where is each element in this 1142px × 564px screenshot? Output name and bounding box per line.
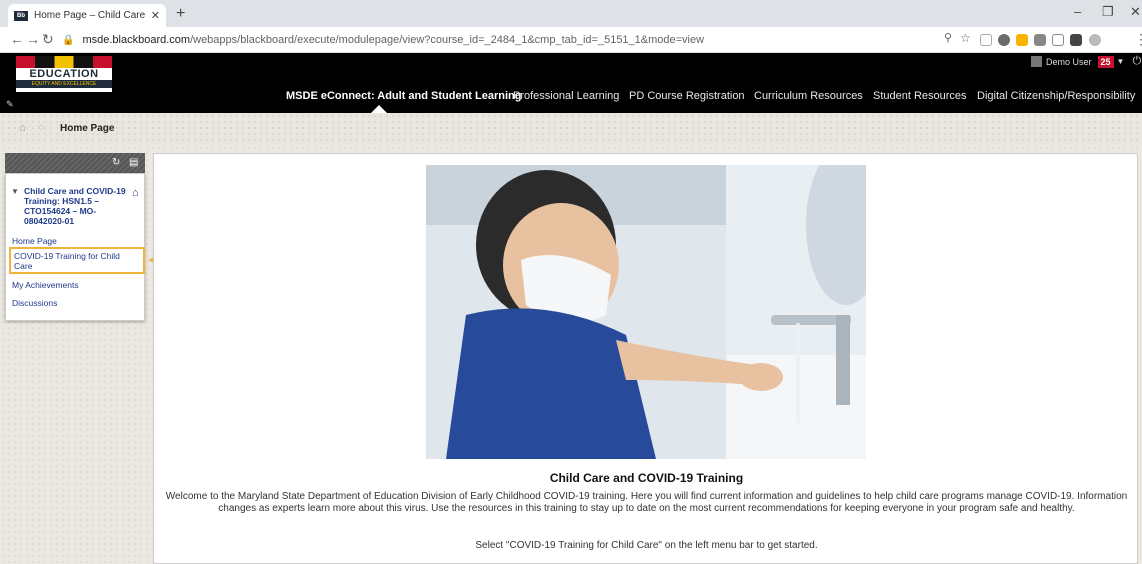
home-icon[interactable]: ⌂ — [19, 122, 26, 134]
forward-icon[interactable]: → — [26, 31, 40, 47]
zoom-icon[interactable]: ⚲ — [944, 31, 952, 44]
url-path: /webapps/blackboard/execute/modulepage/v… — [190, 34, 705, 46]
tab-title: Home Page – Child Care and CO — [34, 10, 147, 21]
active-tab-caret-icon — [371, 105, 387, 113]
maximize-icon[interactable]: ❐ — [1102, 4, 1114, 20]
tab-student-resources[interactable]: Student Resources — [873, 90, 967, 102]
content-panel: Child Care and COVID-19 Training Welcome… — [153, 153, 1138, 564]
close-tab-icon[interactable]: ✕ — [151, 9, 160, 22]
refresh-icon[interactable]: ↻ — [112, 157, 120, 168]
bookmark-star-icon[interactable]: ☆ — [960, 31, 971, 45]
course-home-icon[interactable]: ⌂ — [132, 187, 139, 199]
logo-text: EDUCATION — [29, 68, 99, 80]
breadcrumb: ⌂ ◌ Home Page — [0, 113, 1142, 145]
menu-item-covid-training[interactable]: COVID-19 Training for Child Care — [9, 247, 145, 274]
back-icon[interactable]: ← — [10, 31, 24, 47]
tab-professional-learning[interactable]: Professional Learning — [513, 90, 619, 102]
logo-subtext: EQUITY AND EXCELLENCE — [16, 80, 112, 88]
tab-msde-econnect[interactable]: MSDE eConnect: Adult and Student Learnin… — [286, 90, 521, 102]
minimize-icon[interactable]: – — [1074, 4, 1081, 19]
msde-logo[interactable]: EDUCATION EQUITY AND EXCELLENCE — [16, 56, 112, 92]
browser-tabstrip: Bb Home Page – Child Care and CO ✕ + – ❐… — [0, 0, 1142, 27]
extension-g-icon[interactable] — [980, 34, 992, 46]
breadcrumb-current: Home Page — [60, 123, 115, 134]
new-tab-button[interactable]: + — [176, 5, 185, 23]
edit-pencil-icon[interactable]: ✎ — [6, 99, 14, 110]
extension-keep-icon[interactable] — [1016, 34, 1028, 46]
tab-pd-course-registration[interactable]: PD Course Registration — [629, 90, 745, 102]
course-menu: ▼ Child Care and COVID-19 Training: HSN1… — [5, 173, 145, 321]
close-window-icon[interactable]: ✕ — [1130, 4, 1141, 20]
course-menu-header: ↻ ▤ — [5, 153, 145, 173]
browser-toolbar: ← → ↻ 🔒 msde.blackboard.com /webapps/bla… — [0, 27, 1142, 53]
child-handwashing-image — [426, 165, 866, 459]
site-header: EDUCATION EQUITY AND EXCELLENCE ✎ MSDE e… — [0, 53, 1142, 113]
tab-curriculum-resources[interactable]: Curriculum Resources — [754, 90, 863, 102]
notification-badge[interactable]: 25 — [1097, 55, 1114, 68]
page-title: Child Care and COVID-19 Training — [549, 471, 744, 485]
logout-power-icon[interactable]: ⏻ — [1132, 55, 1141, 68]
address-bar[interactable]: 🔒 msde.blackboard.com /webapps/blackboar… — [62, 30, 982, 50]
get-started-text: Select "COVID-19 Training for Child Care… — [475, 540, 818, 551]
menu-item-discussions[interactable]: Discussions — [12, 298, 57, 308]
chrome-menu-icon[interactable]: ⋮ — [1134, 31, 1142, 48]
user-menu[interactable]: Demo User 25 ▼ ⏻ — [1031, 55, 1141, 68]
welcome-paragraph: Welcome to the Maryland State Department… — [165, 491, 1128, 514]
menu-item-my-achievements[interactable]: My Achievements — [12, 280, 79, 290]
user-avatar — [1031, 56, 1042, 67]
chevron-down-icon[interactable]: ▼ — [1117, 57, 1125, 66]
url-host: msde.blackboard.com — [82, 34, 191, 46]
reload-icon[interactable]: ↻ — [42, 31, 54, 48]
course-title[interactable]: Child Care and COVID-19 Training: HSN1.5… — [24, 186, 130, 226]
folder-view-icon[interactable]: ▤ — [129, 157, 138, 168]
tab-digital-citizenship[interactable]: Digital Citizenship/Responsibility — [977, 90, 1135, 102]
menu-item-home-page[interactable]: Home Page — [12, 236, 57, 246]
profile-avatar-icon[interactable] — [1089, 34, 1101, 46]
maryland-flag-icon — [16, 56, 112, 68]
user-name: Demo User — [1046, 56, 1092, 67]
extensions-puzzle-icon[interactable] — [1070, 34, 1082, 46]
collapse-caret-icon[interactable]: ▼ — [11, 187, 19, 196]
extension-shield-icon[interactable] — [1052, 34, 1064, 46]
extension-circle-icon[interactable] — [998, 34, 1010, 46]
lock-icon: 🔒 — [62, 34, 75, 46]
blackboard-favicon-icon: Bb — [14, 10, 28, 21]
refresh-circle-icon[interactable]: ◌ — [38, 122, 44, 133]
extension-chat-icon[interactable] — [1034, 34, 1046, 46]
browser-tab[interactable]: Bb Home Page – Child Care and CO ✕ — [8, 4, 166, 27]
